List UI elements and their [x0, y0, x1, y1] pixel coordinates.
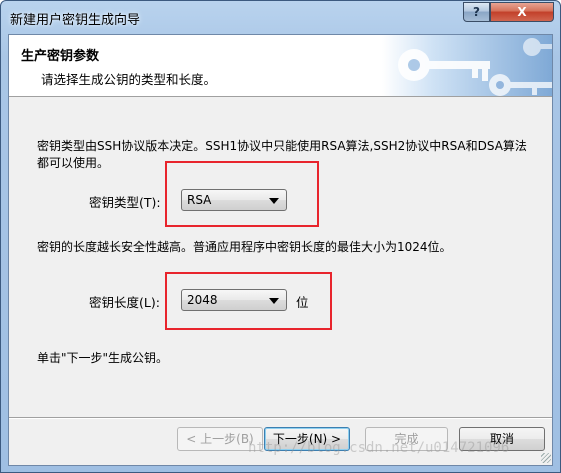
- close-button[interactable]: X: [490, 2, 554, 22]
- highlight-box-key-length: [165, 272, 332, 330]
- keys-banner-image: [382, 35, 552, 96]
- wizard-window: 新建用户密钥生成向导 ? X 生产密钥参数 请选择生成公钥的类型和长度。 密钥类…: [0, 0, 561, 473]
- page-title: 生产密钥参数: [21, 49, 100, 64]
- key-length-description: 密钥的长度越长安全性越高。普通应用程序中密钥长度的最佳大小为1024位。: [37, 240, 452, 254]
- window-title: 新建用户密钥生成向导: [10, 13, 141, 28]
- watermark-text: http://blog.csdn.net/u014721096: [248, 440, 510, 456]
- page-subtitle: 请选择生成公钥的类型和长度。: [41, 72, 217, 87]
- key-length-label: 密钥长度(L):: [89, 295, 160, 310]
- next-step-hint: 单击"下一步"生成公钥。: [37, 351, 169, 365]
- key-icon: [398, 38, 552, 96]
- close-icon: X: [517, 5, 527, 19]
- footer-divider: [9, 417, 552, 419]
- key-type-label: 密钥类型(T):: [89, 195, 161, 210]
- highlight-box-key-type: [165, 161, 319, 227]
- wizard-header: 生产密钥参数 请选择生成公钥的类型和长度。: [9, 35, 552, 97]
- wizard-client-area: 生产密钥参数 请选择生成公钥的类型和长度。 密钥类型由SSH协议版本决定。SSH…: [8, 34, 553, 466]
- title-bar[interactable]: 新建用户密钥生成向导 ? X: [1, 1, 560, 33]
- help-button[interactable]: ?: [463, 2, 490, 22]
- resize-grip[interactable]: [541, 453, 551, 463]
